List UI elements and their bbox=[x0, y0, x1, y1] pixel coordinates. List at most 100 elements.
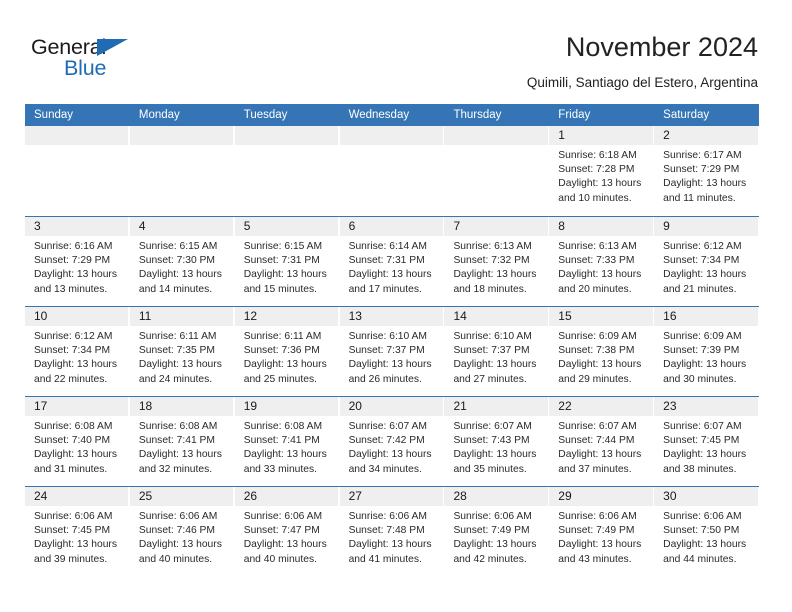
sunset-text: Sunset: 7:31 PM bbox=[243, 255, 320, 267]
sunrise-text: Sunrise: 6:06 AM bbox=[663, 511, 742, 522]
calendar-weeks: 1 Sunrise: 6:18 AM Sunset: 7:28 PM Daylight… bbox=[25, 126, 760, 576]
calendar-day-cell[interactable]: 30 Sunrise: 6:06 AM Sunset: 7:50 PM Dayligh… bbox=[654, 487, 760, 576]
calendar-day-cell-inner bbox=[25, 126, 129, 216]
calendar-day-cell[interactable]: 27 Sunrise: 6:06 AM Sunset: 7:48 PM Dayligh… bbox=[339, 487, 445, 576]
calendar-day-details: Sunrise: 6:06 AM Sunset: 7:50 PM Daylight:… bbox=[654, 506, 757, 567]
calendar-day-number-band: 9 bbox=[654, 217, 758, 236]
calendar-day-details: Sunrise: 6:09 AM Sunset: 7:38 PM Daylight:… bbox=[549, 326, 652, 387]
calendar-day-cell[interactable]: 6 Sunrise: 6:14 AM Sunset: 7:31 PM Daylight… bbox=[339, 217, 445, 306]
calendar-day-number: 15 bbox=[558, 309, 572, 323]
calendar-day-number: 23 bbox=[663, 399, 677, 413]
calendar-day-cell[interactable]: 12 Sunrise: 6:11 AM Sunset: 7:36 PM Dayligh… bbox=[234, 307, 340, 396]
daylight-duration-text: Daylight: 13 hours and 30 minutes. bbox=[663, 359, 747, 385]
calendar-day-cell-inner: 11 Sunrise: 6:11 AM Sunset: 7:35 PM Dayligh… bbox=[129, 307, 234, 396]
calendar-day-details: Sunrise: 6:08 AM Sunset: 7:41 PM Daylight:… bbox=[130, 416, 233, 477]
calendar-day-details: Sunrise: 6:10 AM Sunset: 7:37 PM Daylight:… bbox=[340, 326, 443, 387]
daylight-duration-text: Daylight: 13 hours and 21 minutes. bbox=[663, 269, 747, 295]
calendar-day-cell-empty bbox=[444, 126, 550, 216]
calendar-day-cell[interactable]: 2 Sunrise: 6:17 AM Sunset: 7:29 PM Daylight… bbox=[654, 126, 760, 216]
calendar-day-details: Sunrise: 6:13 AM Sunset: 7:32 PM Daylight:… bbox=[444, 236, 547, 297]
calendar-day-details: Sunrise: 6:07 AM Sunset: 7:45 PM Daylight:… bbox=[654, 416, 757, 477]
sunrise-text: Sunrise: 6:18 AM bbox=[558, 150, 637, 161]
calendar-day-cell[interactable]: 23 Sunrise: 6:07 AM Sunset: 7:45 PM Dayligh… bbox=[654, 397, 760, 486]
calendar-day-cell[interactable]: 25 Sunrise: 6:06 AM Sunset: 7:46 PM Dayligh… bbox=[129, 487, 235, 576]
sunset-text: Sunset: 7:46 PM bbox=[138, 525, 215, 537]
sunset-text: Sunset: 7:34 PM bbox=[34, 345, 111, 357]
calendar-page: General Blue November 2024 Quimili, Sant… bbox=[0, 0, 792, 612]
calendar-day-cell[interactable]: 21 Sunrise: 6:07 AM Sunset: 7:43 PM Dayligh… bbox=[444, 397, 550, 486]
general-blue-logo[interactable]: General Blue bbox=[31, 36, 231, 87]
calendar-day-cell[interactable]: 26 Sunrise: 6:06 AM Sunset: 7:47 PM Dayligh… bbox=[234, 487, 340, 576]
calendar-day-number: 13 bbox=[348, 309, 362, 323]
sunset-text: Sunset: 7:42 PM bbox=[348, 435, 425, 447]
calendar-day-cell-inner: 15 Sunrise: 6:09 AM Sunset: 7:38 PM Dayligh… bbox=[549, 307, 653, 396]
calendar-day-number-band: 10 bbox=[25, 307, 129, 326]
calendar-day-number-band: 12 bbox=[234, 307, 339, 326]
sunrise-text: Sunrise: 6:09 AM bbox=[558, 331, 637, 342]
calendar-day-cell-inner: 23 Sunrise: 6:07 AM Sunset: 7:45 PM Dayligh… bbox=[654, 397, 758, 486]
calendar-day-details: Sunrise: 6:08 AM Sunset: 7:40 PM Daylight:… bbox=[25, 416, 128, 477]
calendar-day-cell[interactable]: 29 Sunrise: 6:06 AM Sunset: 7:49 PM Dayligh… bbox=[549, 487, 655, 576]
calendar-day-cell[interactable]: 5 Sunrise: 6:15 AM Sunset: 7:31 PM Daylight… bbox=[234, 217, 340, 306]
sunrise-text: Sunrise: 6:07 AM bbox=[558, 421, 637, 432]
calendar-day-number-band: 22 bbox=[549, 397, 653, 416]
calendar-day-cell-inner: 21 Sunrise: 6:07 AM Sunset: 7:43 PM Dayligh… bbox=[444, 397, 548, 486]
calendar-day-number-band: 24 bbox=[25, 487, 129, 506]
page-subtitle-location: Quimili, Santiago del Estero, Argentina bbox=[526, 75, 758, 90]
calendar-day-cell-inner: 29 Sunrise: 6:06 AM Sunset: 7:49 PM Dayligh… bbox=[549, 487, 653, 576]
calendar-day-number-band: 5 bbox=[234, 217, 339, 236]
sunrise-text: Sunrise: 6:12 AM bbox=[663, 241, 742, 252]
calendar-day-cell[interactable]: 15 Sunrise: 6:09 AM Sunset: 7:38 PM Dayligh… bbox=[549, 307, 655, 396]
calendar-day-details: Sunrise: 6:15 AM Sunset: 7:30 PM Daylight:… bbox=[130, 236, 233, 297]
calendar-day-number-band: 15 bbox=[549, 307, 653, 326]
calendar-day-cell[interactable]: 4 Sunrise: 6:15 AM Sunset: 7:30 PM Daylight… bbox=[129, 217, 235, 306]
calendar-day-number: 28 bbox=[453, 489, 467, 503]
calendar-day-details: Sunrise: 6:11 AM Sunset: 7:35 PM Daylight:… bbox=[130, 326, 233, 387]
calendar-day-cell[interactable]: 10 Sunrise: 6:12 AM Sunset: 7:34 PM Dayligh… bbox=[25, 307, 130, 396]
calendar-day-cell-inner: 16 Sunrise: 6:09 AM Sunset: 7:39 PM Dayligh… bbox=[654, 307, 758, 396]
sunrise-text: Sunrise: 6:10 AM bbox=[453, 331, 532, 342]
calendar-day-details: Sunrise: 6:13 AM Sunset: 7:33 PM Daylight:… bbox=[549, 236, 652, 297]
calendar-day-cell[interactable]: 3 Sunrise: 6:16 AM Sunset: 7:29 PM Daylight… bbox=[25, 217, 130, 306]
calendar-day-cell-inner: 10 Sunrise: 6:12 AM Sunset: 7:34 PM Dayligh… bbox=[25, 307, 129, 396]
calendar-day-number-band: 26 bbox=[234, 487, 339, 506]
calendar-day-number: 12 bbox=[243, 309, 258, 323]
calendar-day-number: 10 bbox=[34, 309, 48, 323]
calendar-day-cell-inner: 5 Sunrise: 6:15 AM Sunset: 7:31 PM Daylight… bbox=[234, 217, 339, 306]
calendar-day-cell[interactable]: 19 Sunrise: 6:08 AM Sunset: 7:41 PM Dayligh… bbox=[234, 397, 340, 486]
sunrise-text: Sunrise: 6:14 AM bbox=[348, 241, 427, 252]
calendar-day-number-band: 8 bbox=[549, 217, 653, 236]
calendar-day-cell[interactable]: 8 Sunrise: 6:13 AM Sunset: 7:33 PM Daylight… bbox=[549, 217, 655, 306]
calendar-day-number: 16 bbox=[663, 309, 677, 323]
calendar-day-number-band: 18 bbox=[129, 397, 234, 416]
sunset-text: Sunset: 7:31 PM bbox=[348, 255, 425, 267]
logo-text-blue: Blue bbox=[64, 56, 107, 80]
page-header: General Blue November 2024 Quimili, Sant… bbox=[0, 0, 792, 100]
calendar-day-cell[interactable]: 9 Sunrise: 6:12 AM Sunset: 7:34 PM Daylight… bbox=[654, 217, 760, 306]
calendar-day-cell[interactable]: 24 Sunrise: 6:06 AM Sunset: 7:45 PM Dayligh… bbox=[25, 487, 130, 576]
sunrise-text: Sunrise: 6:06 AM bbox=[138, 511, 218, 522]
calendar-day-number-band bbox=[444, 126, 548, 145]
daylight-duration-text: Daylight: 13 hours and 11 minutes. bbox=[663, 178, 747, 204]
calendar-day-number-band: 28 bbox=[444, 487, 548, 506]
sunset-text: Sunset: 7:35 PM bbox=[138, 345, 215, 357]
sunset-text: Sunset: 7:33 PM bbox=[558, 255, 635, 267]
calendar-day-cell[interactable]: 11 Sunrise: 6:11 AM Sunset: 7:35 PM Dayligh… bbox=[129, 307, 235, 396]
daylight-duration-text: Daylight: 13 hours and 41 minutes. bbox=[348, 539, 432, 565]
calendar-day-cell[interactable]: 17 Sunrise: 6:08 AM Sunset: 7:40 PM Dayligh… bbox=[25, 397, 130, 486]
calendar-day-cell[interactable]: 14 Sunrise: 6:10 AM Sunset: 7:37 PM Dayligh… bbox=[444, 307, 550, 396]
calendar-day-cell[interactable]: 1 Sunrise: 6:18 AM Sunset: 7:28 PM Daylight… bbox=[549, 126, 655, 216]
calendar-day-cell[interactable]: 13 Sunrise: 6:10 AM Sunset: 7:37 PM Dayligh… bbox=[339, 307, 445, 396]
calendar-day-cell[interactable]: 28 Sunrise: 6:06 AM Sunset: 7:49 PM Dayligh… bbox=[444, 487, 550, 576]
calendar-day-cell[interactable]: 18 Sunrise: 6:08 AM Sunset: 7:41 PM Dayligh… bbox=[129, 397, 235, 486]
calendar-day-number: 4 bbox=[138, 219, 146, 233]
calendar-day-cell[interactable]: 16 Sunrise: 6:09 AM Sunset: 7:39 PM Dayligh… bbox=[654, 307, 760, 396]
calendar-day-cell[interactable]: 7 Sunrise: 6:13 AM Sunset: 7:32 PM Daylight… bbox=[444, 217, 550, 306]
calendar-day-number: 18 bbox=[138, 399, 153, 413]
weekday-header-sunday: Sunday bbox=[34, 109, 74, 121]
calendar-day-cell[interactable]: 22 Sunrise: 6:07 AM Sunset: 7:44 PM Dayligh… bbox=[549, 397, 655, 486]
daylight-duration-text: Daylight: 13 hours and 18 minutes. bbox=[453, 269, 537, 295]
sunset-text: Sunset: 7:45 PM bbox=[34, 525, 111, 537]
calendar-day-number-band: 6 bbox=[339, 217, 443, 236]
calendar-day-cell[interactable]: 20 Sunrise: 6:07 AM Sunset: 7:42 PM Dayligh… bbox=[339, 397, 445, 486]
